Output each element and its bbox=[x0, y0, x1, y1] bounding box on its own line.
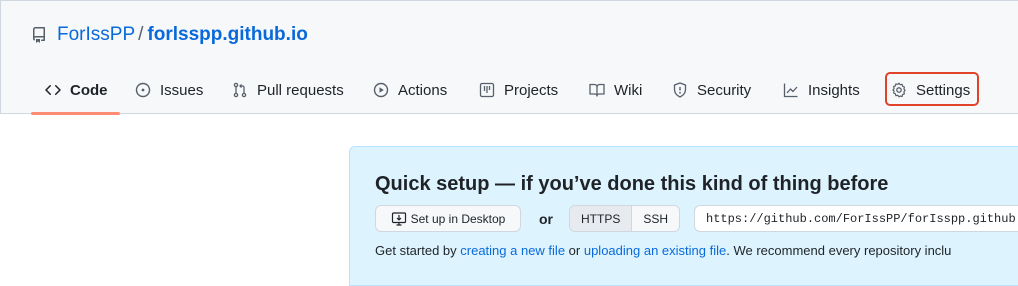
desktop-download-icon bbox=[391, 211, 407, 227]
clone-url-input[interactable]: https://github.com/ForIssPP/forIsspp.git… bbox=[694, 205, 1018, 232]
quick-setup-panel: Quick setup — if you’ve done this kind o… bbox=[349, 146, 1018, 286]
tab-issues[interactable]: Issues bbox=[135, 73, 203, 107]
git-pull-request-icon bbox=[232, 82, 248, 98]
tab-wiki-label: Wiki bbox=[614, 81, 643, 99]
tab-projects[interactable]: Projects bbox=[479, 73, 558, 107]
repo-header: ForIssPP / forlsspp.github.io Code Issue… bbox=[0, 0, 1018, 115]
tab-code-label: Code bbox=[70, 81, 108, 99]
table-icon bbox=[479, 82, 495, 98]
tab-insights-label: Insights bbox=[808, 81, 860, 99]
tab-pull-requests[interactable]: Pull requests bbox=[232, 73, 344, 107]
issue-opened-icon bbox=[135, 82, 151, 98]
ssh-button[interactable]: SSH bbox=[631, 206, 680, 231]
tab-issues-label: Issues bbox=[160, 81, 204, 99]
create-new-file-link[interactable]: creating a new file bbox=[460, 243, 565, 258]
code-icon bbox=[45, 82, 61, 98]
graph-icon bbox=[783, 82, 799, 98]
tab-projects-label: Projects bbox=[504, 81, 559, 99]
tab-actions-label: Actions bbox=[398, 81, 448, 99]
tab-pull-requests-label: Pull requests bbox=[257, 81, 344, 99]
tab-code[interactable]: Code bbox=[45, 73, 108, 107]
selected-tab-underline bbox=[31, 112, 120, 115]
clone-protocol-selector: HTTPS SSH bbox=[569, 205, 681, 232]
play-icon bbox=[373, 82, 389, 98]
help-prefix: Get started by bbox=[375, 243, 461, 258]
upload-existing-file-link[interactable]: uploading an existing file bbox=[584, 243, 726, 258]
or-separator: or bbox=[539, 211, 553, 227]
tab-security-label: Security bbox=[697, 81, 752, 99]
book-icon bbox=[589, 82, 605, 98]
repo-separator: / bbox=[138, 24, 144, 45]
repo-icon bbox=[31, 27, 47, 43]
tab-insights[interactable]: Insights bbox=[783, 73, 860, 107]
setup-in-desktop-button[interactable]: Set up in Desktop bbox=[375, 205, 521, 232]
repo-name-link[interactable]: forlsspp.github.io bbox=[147, 24, 307, 46]
tab-settings[interactable]: Settings bbox=[891, 73, 970, 107]
tab-security[interactable]: Security bbox=[672, 73, 751, 107]
tab-actions[interactable]: Actions bbox=[373, 73, 447, 107]
repo-nav-tabs: Code Issues Pull requests Actions Projec bbox=[1, 72, 1018, 115]
setup-in-desktop-label: Set up in Desktop bbox=[410, 211, 506, 226]
quick-setup-help-text: Get started by creating a new file or up… bbox=[375, 243, 951, 258]
repo-title: ForIssPP / forlsspp.github.io bbox=[31, 23, 308, 47]
shield-icon bbox=[672, 82, 688, 98]
https-button[interactable]: HTTPS bbox=[570, 206, 632, 231]
repo-owner-link[interactable]: ForIssPP bbox=[57, 24, 135, 46]
help-mid: or bbox=[565, 243, 584, 258]
tab-wiki[interactable]: Wiki bbox=[589, 73, 642, 107]
gear-icon bbox=[891, 82, 907, 98]
quick-setup-title: Quick setup — if you’ve done this kind o… bbox=[375, 173, 889, 195]
tab-settings-label: Settings bbox=[916, 81, 971, 99]
help-suffix: . We recommend every repository inclu bbox=[726, 243, 952, 258]
